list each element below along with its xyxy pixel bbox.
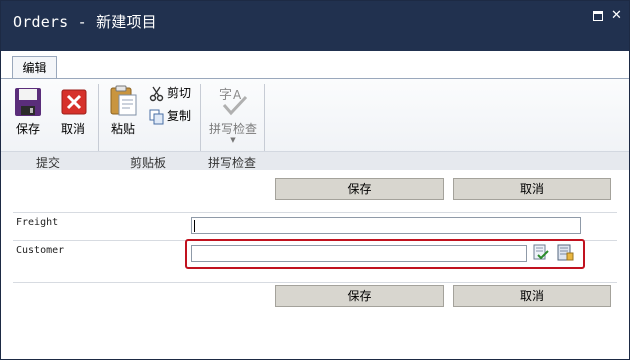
title-bar: Orders - 新建项目 ✕ [1,1,629,51]
copy-icon [149,109,164,124]
close-icon[interactable]: ✕ [611,9,622,22]
red-x-icon [61,89,87,115]
browse-button[interactable] [556,244,574,261]
freight-input[interactable] [191,217,581,234]
ribbon-save-label: 保存 [15,122,40,136]
top-cancel-button[interactable]: 取消 [453,178,611,200]
new-item-dialog: Orders - 新建项目 ✕ 编辑 保存 取消 粘贴 剪切 复制 字 A 拼写… [0,0,630,360]
freight-label: Freight [16,217,59,228]
divider [13,212,617,213]
bottom-save-button[interactable]: 保存 [275,285,444,307]
divider [13,282,617,283]
ribbon-cut-label: 剪切 [167,86,192,100]
scissors-icon [149,86,164,101]
svg-text:字: 字 [219,88,232,103]
ribbon-cancel-button[interactable]: 取消 [56,87,90,137]
ribbon-save-button[interactable]: 保存 [11,87,45,137]
ribbon-group-labels: 提交 剪贴板 拼写检查 [1,151,629,170]
customer-people-picker-input[interactable] [191,245,527,262]
check-names-icon [533,244,549,260]
ribbon-copy-label: 复制 [167,109,192,123]
svg-text:A: A [233,88,242,102]
ribbon-cancel-label: 取消 [60,122,85,136]
ribbon-paste-button[interactable]: 粘贴 [106,85,140,137]
tab-edit[interactable]: 编辑 [12,56,57,79]
chevron-down-icon: ▼ [230,136,236,144]
group-label-commit: 提交 [36,156,61,170]
ribbon-paste-label: 粘贴 [110,122,135,136]
ribbon-copy-button[interactable]: 复制 [149,107,191,125]
customer-label: Customer [16,245,65,256]
address-book-icon [557,244,574,261]
ribbon-spellcheck-button[interactable]: 字 A 拼写检查 ▼ [206,85,260,144]
group-label-clipboard: 剪贴板 [130,156,167,170]
text-cursor [194,220,195,232]
clipboard-icon [110,85,137,116]
ribbon-cut-button[interactable]: 剪切 [149,84,191,102]
maximize-icon[interactable] [593,11,603,21]
group-label-spelling: 拼写检查 [208,156,257,170]
floppy-disk-icon [15,88,41,116]
spellcheck-icon: 字 A [219,88,248,116]
bottom-cancel-button[interactable]: 取消 [453,285,611,307]
top-save-button[interactable]: 保存 [275,178,444,200]
check-names-button[interactable] [532,244,550,261]
ribbon-spellcheck-label: 拼写检查 [208,122,257,136]
window-title: Orders - 新建项目 [13,13,157,31]
